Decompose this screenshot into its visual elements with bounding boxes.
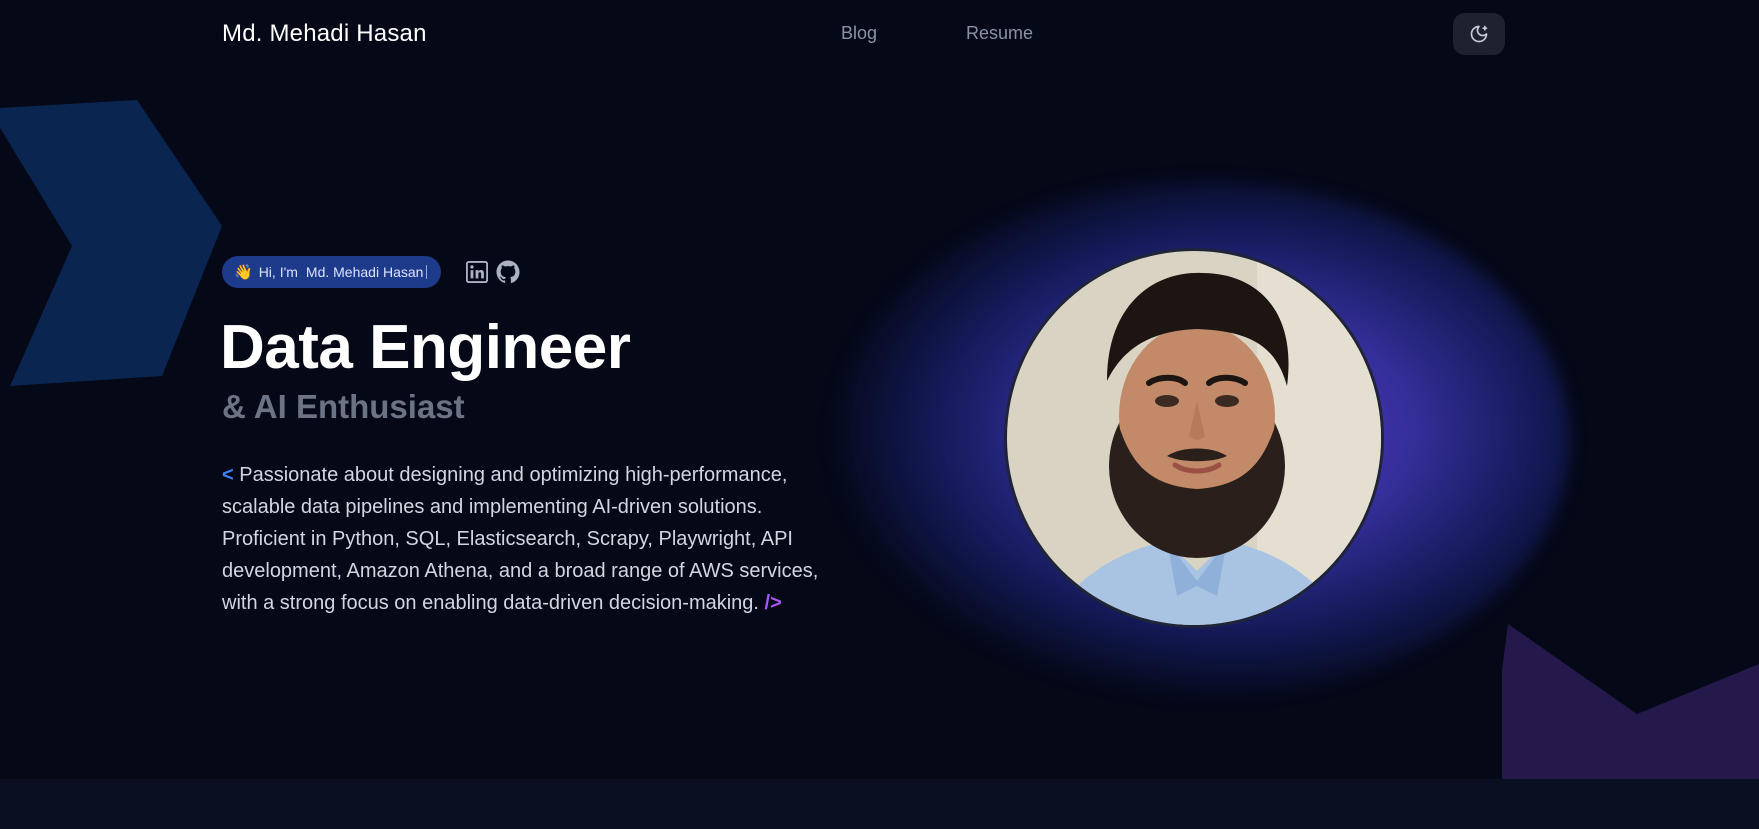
github-icon[interactable] — [496, 260, 520, 284]
moon-icon — [1470, 25, 1488, 43]
bio-text: Passionate about designing and optimizin… — [222, 464, 819, 614]
linkedin-icon[interactable] — [465, 260, 489, 284]
github-glyph — [496, 260, 520, 284]
typing-cursor — [426, 265, 428, 279]
hero-title: Data Engineer — [220, 313, 631, 382]
theme-toggle-button[interactable] — [1453, 13, 1505, 55]
site-header: Md. Mehadi Hasan Blog Resume — [0, 0, 1759, 70]
profile-photo — [1004, 248, 1384, 628]
page: Md. Mehadi Hasan Blog Resume 👋 Hi, I'm M… — [0, 0, 1759, 829]
wave-emoji: 👋 — [234, 264, 253, 281]
section-divider-band — [0, 779, 1759, 829]
hero-subtitle: & AI Enthusiast — [222, 388, 465, 425]
greeting-badge: 👋 Hi, I'm Md. Mehadi Hasan — [222, 256, 442, 288]
site-brand[interactable]: Md. Mehadi Hasan — [222, 20, 427, 48]
greeting-name: Md. Mehadi Hasan — [305, 264, 424, 280]
linkedin-glyph — [466, 261, 488, 283]
nav-link-blog[interactable]: Blog — [841, 23, 877, 44]
bio-open-tag: < — [222, 464, 234, 486]
hero-bio: < Passionate about designing and optimiz… — [222, 459, 822, 619]
profile-photo-illustration — [1007, 251, 1381, 625]
nav-link-resume[interactable]: Resume — [966, 23, 1033, 44]
greeting-prefix: Hi, I'm — [258, 264, 298, 280]
bio-close-tag: /> — [764, 592, 782, 614]
